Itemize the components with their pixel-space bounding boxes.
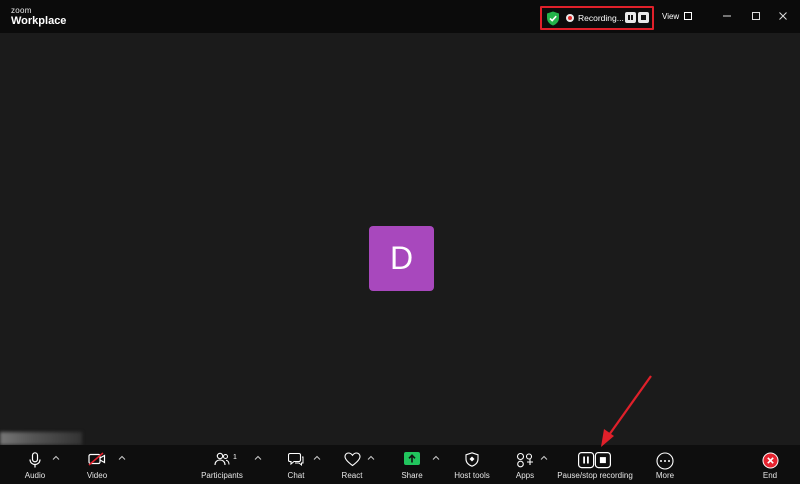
apps-label: Apps [515,471,535,480]
meeting-toolbar: Audio Video Participants 1 Chat React Sh… [0,445,800,484]
recording-indicator: Recording... [540,6,654,30]
end-close-icon [762,452,779,469]
react-options-chevron-up-icon[interactable] [367,455,375,461]
participants-label: Participants [201,471,243,480]
stop-recording-button[interactable] [638,12,649,23]
share-screen-icon [404,452,420,465]
recording-status: Recording... [578,13,624,23]
more-label: More [655,471,675,480]
participants-count: 1 [233,454,237,461]
share-options-chevron-up-icon[interactable] [432,455,440,461]
apps-icon [516,452,533,468]
video-off-icon [88,452,106,466]
end-label: End [762,471,778,480]
share-label: Share [401,471,423,480]
participant-avatar: D [369,226,434,291]
more-button[interactable]: More [650,445,680,484]
view-button-label[interactable]: View [662,12,679,21]
audio-options-chevron-up-icon[interactable] [52,455,60,461]
maximize-icon[interactable] [750,10,762,22]
host-tools-button[interactable]: Host tools [451,445,493,484]
apps-options-chevron-up-icon[interactable] [540,455,548,461]
pause-recording-button[interactable] [625,12,636,23]
chat-label: Chat [287,471,305,480]
participants-button[interactable]: Participants [198,445,246,484]
pause-stop-recording-button[interactable]: Pause/stop recording [553,445,637,484]
audio-label: Audio [24,471,46,480]
chat-icon [288,452,304,467]
heart-icon [344,452,361,467]
title-bar: zoom Workplace Recording... View [0,0,800,33]
react-label: React [341,471,363,480]
participants-icon [214,452,230,466]
logo-workplace-text: Workplace [11,15,67,27]
close-icon[interactable] [777,10,789,22]
share-button[interactable]: Share [397,445,427,484]
participants-options-chevron-up-icon[interactable] [254,455,262,461]
minimize-icon[interactable] [721,10,733,22]
audio-button[interactable]: Audio [20,445,50,484]
video-options-chevron-up-icon[interactable] [118,455,126,461]
video-button[interactable]: Video [82,445,112,484]
shield-check-icon[interactable] [546,11,560,26]
recording-dot-icon [566,14,574,22]
pause-stop-recording-icon [578,452,611,469]
chat-options-chevron-up-icon[interactable] [313,455,321,461]
logo-zoom-text: zoom [11,6,32,15]
host-tools-label: Host tools [454,471,490,480]
view-grid-icon[interactable] [684,12,692,20]
chat-button[interactable]: Chat [281,445,311,484]
apps-button[interactable]: Apps [510,445,540,484]
host-tools-shield-icon [465,452,479,467]
react-button[interactable]: React [337,445,367,484]
more-ellipsis-icon [656,452,674,470]
end-meeting-button[interactable]: End [755,445,785,484]
blurred-participant-name [0,432,82,445]
zoom-workplace-logo: zoom Workplace [11,7,66,27]
microphone-icon [29,452,41,468]
pause-stop-recording-label: Pause/stop recording [557,471,633,480]
video-label: Video [86,471,108,480]
video-stage: D [0,33,800,445]
